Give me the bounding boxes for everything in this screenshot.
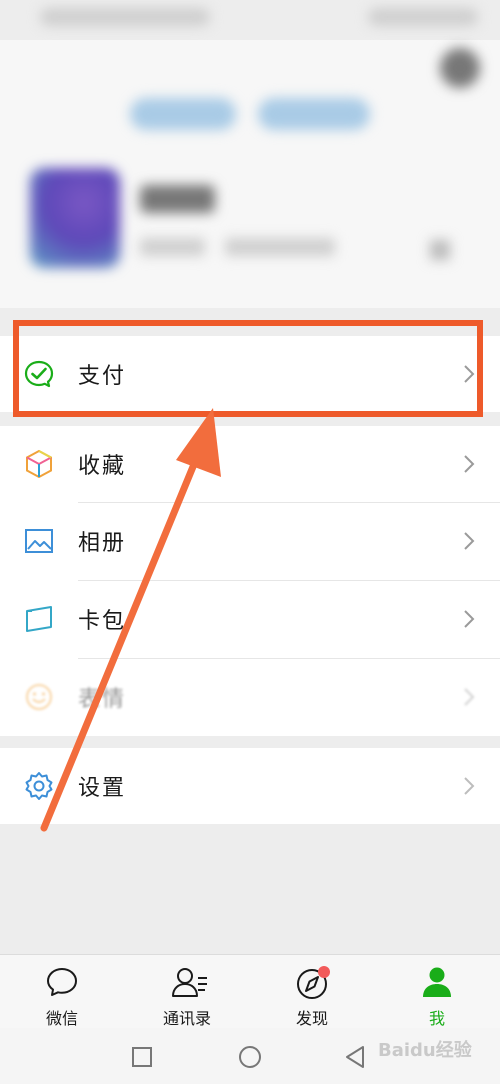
tab-me[interactable]: 我 [382, 961, 492, 1028]
compass-icon [297, 966, 330, 999]
me-person-icon [423, 967, 451, 997]
chat-bubble-icon [47, 968, 77, 996]
home-circle-icon[interactable] [238, 1045, 262, 1069]
tab-discover[interactable]: 发现 [257, 961, 367, 1028]
annotation-arrow [40, 408, 221, 832]
tab-label-me: 我 [428, 1009, 445, 1028]
tab-label-chats: 微信 [45, 1009, 78, 1028]
recent-apps-square-icon[interactable] [131, 1046, 153, 1068]
contacts-person-icon [172, 968, 207, 997]
tab-label-contacts: 通讯录 [162, 1009, 211, 1028]
bottom-tab-bar: 微信 通讯录 发现 我 [0, 954, 500, 1029]
tab-label-discover: 发现 [295, 1009, 328, 1028]
tab-contacts[interactable]: 通讯录 [132, 961, 242, 1028]
notification-badge [318, 966, 330, 978]
back-triangle-icon[interactable] [343, 1045, 367, 1069]
baidu-watermark: Baidu经验 [378, 1040, 472, 1061]
tab-chats[interactable]: 微信 [7, 961, 117, 1028]
